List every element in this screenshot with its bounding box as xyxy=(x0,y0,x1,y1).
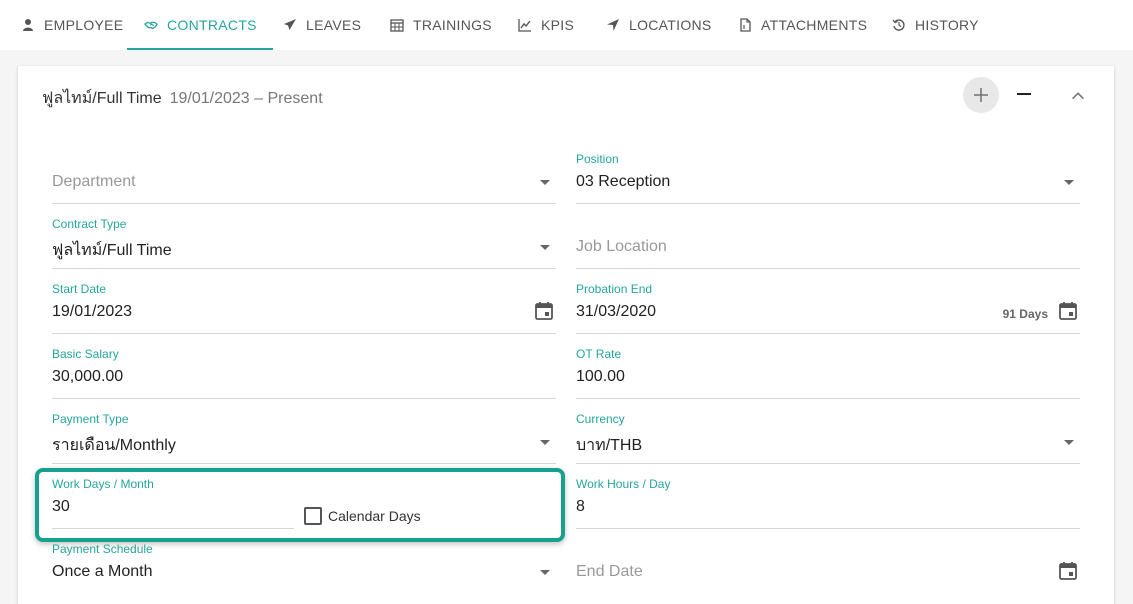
add-contract-button[interactable] xyxy=(963,77,999,113)
ot-rate-label: OT Rate xyxy=(576,347,622,361)
currency-select[interactable]: Currency บาท/THB xyxy=(576,412,1080,464)
tab-kpis[interactable]: KPIS xyxy=(517,0,574,50)
position-value: 03 Reception xyxy=(576,173,671,190)
tab-label: LEAVES xyxy=(306,17,362,33)
calendar-grid-icon xyxy=(389,17,405,33)
calendar-icon[interactable] xyxy=(534,301,554,321)
basic-salary-label: Basic Salary xyxy=(52,347,119,361)
calendar-days-option[interactable]: Calendar Days xyxy=(304,507,421,525)
payment-type-select[interactable]: Payment Type รายเดือน/Monthly xyxy=(52,412,556,464)
calendar-days-checkbox[interactable] xyxy=(304,507,322,525)
minus-icon xyxy=(1017,93,1031,95)
tab-label: HISTORY xyxy=(915,17,979,33)
remove-contract-button[interactable] xyxy=(1014,84,1034,104)
position-label: Position xyxy=(576,152,619,166)
contract-type-value: ฟูลไทม์/Full Time xyxy=(52,242,172,259)
position-select[interactable]: Position 03 Reception xyxy=(576,152,1080,204)
tab-label: LOCATIONS xyxy=(629,17,712,33)
job-location-input[interactable]: Job Location xyxy=(576,217,1080,269)
tab-contracts[interactable]: CONTRACTS xyxy=(127,0,273,50)
person-icon xyxy=(20,17,36,33)
probation-days-note: 91 Days xyxy=(1002,307,1048,321)
start-date-input[interactable]: Start Date 19/01/2023 xyxy=(52,282,556,334)
tab-label: TRAININGS xyxy=(413,17,492,33)
handshake-icon xyxy=(143,17,159,33)
ot-rate-value: 100.00 xyxy=(576,368,625,385)
location-arrow-icon xyxy=(605,17,621,33)
work-days-label: Work Days / Month xyxy=(52,477,154,491)
end-date-input[interactable]: End Date xyxy=(576,542,1080,594)
collapse-button[interactable] xyxy=(1068,86,1088,106)
dropdown-arrow-icon xyxy=(540,440,550,445)
airplane-icon xyxy=(282,17,298,33)
work-days-value: 30 xyxy=(52,498,70,515)
currency-label: Currency xyxy=(576,412,625,426)
dropdown-arrow-icon xyxy=(540,180,550,185)
payment-schedule-select[interactable]: Payment Schedule Once a Month xyxy=(52,542,556,594)
tab-label: ATTACHMENTS xyxy=(761,17,868,33)
tab-locations[interactable]: LOCATIONS xyxy=(605,0,712,50)
work-hours-input[interactable]: Work Hours / Day 8 xyxy=(576,477,1080,529)
payment-schedule-value: Once a Month xyxy=(52,563,153,580)
payment-schedule-label: Payment Schedule xyxy=(52,542,153,556)
work-days-input[interactable]: Work Days / Month 30 xyxy=(52,477,294,529)
start-date-value: 19/01/2023 xyxy=(52,303,133,320)
line-chart-icon xyxy=(517,17,533,33)
ot-rate-input[interactable]: OT Rate 100.00 xyxy=(576,347,1080,399)
work-hours-label: Work Hours / Day xyxy=(576,477,671,491)
payment-type-label: Payment Type xyxy=(52,412,129,426)
currency-value: บาท/THB xyxy=(576,437,643,454)
tab-label: CONTRACTS xyxy=(167,17,257,33)
start-date-label: Start Date xyxy=(52,282,107,296)
dropdown-arrow-icon xyxy=(1064,440,1074,445)
calendar-days-label: Calendar Days xyxy=(328,508,421,524)
dropdown-arrow-icon xyxy=(540,570,550,575)
file-icon xyxy=(737,17,753,33)
probation-end-input[interactable]: Probation End 31/03/2020 91 Days xyxy=(576,282,1080,334)
contract-name: ฟูลไทม์/Full Time xyxy=(42,90,162,107)
payment-type-value: รายเดือน/Monthly xyxy=(52,437,176,454)
tab-bar: EMPLOYEE CONTRACTS LEAVES TRAININGS KPIS… xyxy=(0,0,1133,50)
chevron-up-icon xyxy=(1072,92,1084,100)
basic-salary-value: 30,000.00 xyxy=(52,368,124,385)
tab-employee[interactable]: EMPLOYEE xyxy=(20,0,123,50)
department-placeholder: Department xyxy=(52,173,136,190)
contract-title[interactable]: ฟูลไทม์/Full Time 19/01/2023 – Present xyxy=(42,86,323,111)
calendar-icon[interactable] xyxy=(1058,561,1078,581)
tab-history[interactable]: HISTORY xyxy=(891,0,979,50)
probation-end-label: Probation End xyxy=(576,282,653,296)
calendar-icon[interactable] xyxy=(1058,301,1078,321)
dropdown-arrow-icon xyxy=(540,245,550,250)
tab-attachments[interactable]: ATTACHMENTS xyxy=(737,0,867,50)
tab-trainings[interactable]: TRAININGS xyxy=(389,0,492,50)
tab-leaves[interactable]: LEAVES xyxy=(282,0,361,50)
contract-type-select[interactable]: Contract Type ฟูลไทม์/Full Time xyxy=(52,217,556,269)
contract-period: 19/01/2023 – Present xyxy=(169,90,323,107)
tab-label: KPIS xyxy=(541,17,575,33)
plus-icon xyxy=(974,88,988,102)
job-location-placeholder: Job Location xyxy=(576,238,667,255)
tab-label: EMPLOYEE xyxy=(44,17,124,33)
history-icon xyxy=(891,17,907,33)
probation-end-value: 31/03/2020 xyxy=(576,303,657,320)
contract-type-label: Contract Type xyxy=(52,217,127,231)
basic-salary-input[interactable]: Basic Salary 30,000.00 xyxy=(52,347,556,399)
work-hours-value: 8 xyxy=(576,498,585,515)
dropdown-arrow-icon xyxy=(1064,180,1074,185)
end-date-placeholder: End Date xyxy=(576,563,643,580)
department-select[interactable]: Department xyxy=(52,152,556,204)
